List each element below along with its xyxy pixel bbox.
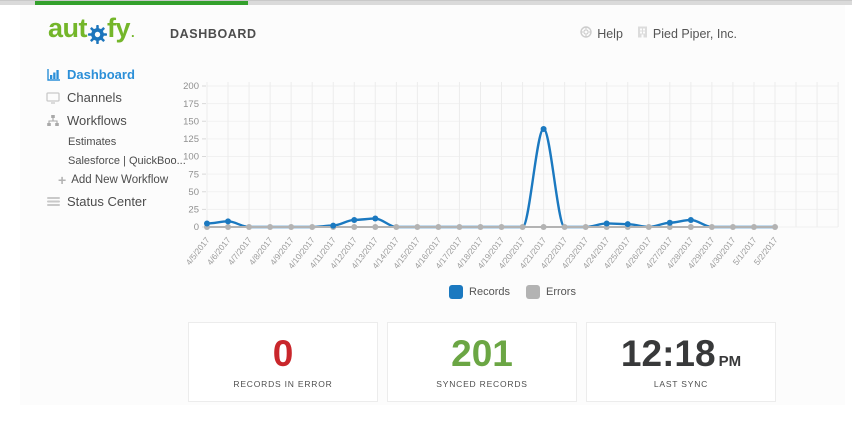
svg-text:150: 150 bbox=[183, 116, 199, 127]
stat-card-synced-records: 201 SYNCED RECORDS bbox=[387, 322, 577, 402]
sidebar-item-estimates[interactable]: Estimates bbox=[68, 136, 196, 148]
svg-text:25: 25 bbox=[188, 205, 199, 216]
svg-text:75: 75 bbox=[188, 169, 199, 180]
last-sync-value: 12:18 PM bbox=[621, 335, 741, 372]
sidebar-label: Workflows bbox=[67, 113, 127, 128]
logo-text-right: fy bbox=[107, 13, 131, 43]
help-link[interactable]: Help bbox=[580, 26, 623, 41]
svg-text:175: 175 bbox=[183, 99, 199, 110]
plus-icon: + bbox=[58, 172, 67, 188]
sidebar-label: Dashboard bbox=[67, 67, 135, 82]
stats-row: 0 RECORDS IN ERROR 201 SYNCED RECORDS 12… bbox=[188, 322, 776, 402]
help-icon bbox=[580, 26, 592, 41]
sidebar: Dashboard Channels Workflows Estimates S… bbox=[46, 67, 196, 217]
legend-label-records: Records bbox=[469, 286, 510, 298]
sidebar-item-dashboard[interactable]: Dashboard bbox=[46, 67, 196, 82]
svg-text:125: 125 bbox=[183, 134, 199, 145]
sitemap-icon bbox=[46, 114, 60, 127]
monitor-icon bbox=[46, 91, 60, 104]
records-errors-chart: 0 25 50 75 100 125 150 175 200 4/5/2017 4/6/2017 4/… bbox=[180, 72, 845, 284]
company-menu[interactable]: Pied Piper, Inc. bbox=[637, 26, 737, 41]
bar-chart-icon bbox=[46, 68, 60, 81]
synced-records-value: 201 bbox=[451, 333, 513, 374]
svg-text:200: 200 bbox=[183, 81, 199, 92]
app-window: aut fy . DASHBOARD Help Pied Piper, Inc.… bbox=[20, 5, 845, 405]
legend-label-errors: Errors bbox=[546, 286, 576, 298]
autofy-logo[interactable]: aut fy . bbox=[48, 13, 135, 44]
sidebar-label: Add New Workflow bbox=[71, 174, 169, 186]
sidebar-item-channels[interactable]: Channels bbox=[46, 90, 196, 105]
sidebar-item-salesforce-quickbooks[interactable]: Salesforce | QuickBoo... bbox=[68, 155, 196, 167]
sidebar-label: Salesforce | QuickBoo... bbox=[68, 155, 186, 167]
svg-text:0: 0 bbox=[194, 222, 199, 233]
list-icon bbox=[46, 195, 60, 208]
sidebar-item-status-center[interactable]: Status Center bbox=[46, 194, 196, 209]
stat-card-records-in-error: 0 RECORDS IN ERROR bbox=[188, 322, 378, 402]
last-sync-label: LAST SYNC bbox=[653, 379, 709, 389]
help-label: Help bbox=[597, 26, 623, 41]
page-title: DASHBOARD bbox=[170, 27, 257, 41]
company-name: Pied Piper, Inc. bbox=[652, 26, 737, 41]
chart-legend: Records Errors bbox=[180, 285, 845, 299]
logo-text-left: aut bbox=[48, 13, 88, 43]
chart-canvas: 02550751001251501752004/5/20174/6/20174/… bbox=[183, 81, 839, 271]
legend-item-records[interactable]: Records bbox=[449, 285, 510, 299]
synced-records-label: SYNCED RECORDS bbox=[436, 379, 528, 389]
header-right: Help Pied Piper, Inc. bbox=[580, 26, 737, 41]
legend-item-errors[interactable]: Errors bbox=[526, 285, 576, 299]
records-in-error-value: 0 bbox=[272, 333, 294, 374]
records-swatch bbox=[449, 285, 464, 299]
sidebar-item-workflows[interactable]: Workflows bbox=[46, 113, 196, 128]
sidebar-item-add-new-workflow[interactable]: + Add New Workflow bbox=[58, 172, 196, 188]
sidebar-label: Estimates bbox=[68, 136, 117, 148]
records-in-error-label: RECORDS IN ERROR bbox=[233, 379, 333, 389]
building-icon bbox=[637, 26, 648, 41]
logo-dot: . bbox=[131, 25, 135, 40]
errors-swatch bbox=[526, 285, 540, 299]
sidebar-label: Channels bbox=[67, 90, 122, 105]
autofy-dashboard-page: { "colors": { "progress_green": "#33a02c… bbox=[0, 0, 852, 422]
svg-text:100: 100 bbox=[183, 152, 199, 163]
stat-card-last-sync: 12:18 PM LAST SYNC bbox=[586, 322, 776, 402]
last-sync-meridiem: PM bbox=[718, 353, 742, 370]
svg-text:50: 50 bbox=[188, 187, 199, 198]
sidebar-label: Status Center bbox=[67, 194, 147, 209]
last-sync-time: 12:18 bbox=[620, 333, 716, 374]
gear-icon bbox=[88, 20, 107, 44]
